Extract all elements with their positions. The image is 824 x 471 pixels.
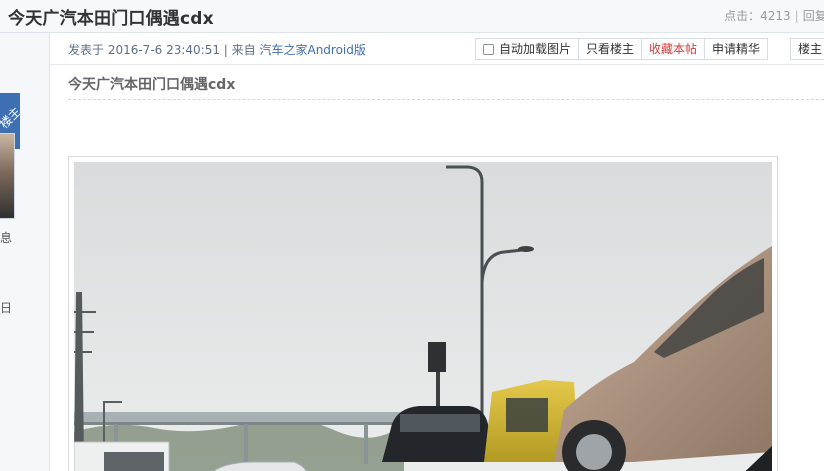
avatar[interactable]: [0, 133, 15, 219]
post-source-link[interactable]: 汽车之家Android版: [259, 43, 365, 57]
thread-title-bar: 今天广汽本田门口偶遇cdx 点击：4213|回复：17: [0, 0, 824, 33]
street-photo: [74, 162, 772, 471]
floor-button[interactable]: 楼主: [790, 38, 824, 60]
views-count: 点击：4213: [724, 9, 791, 23]
auto-load-images-toggle[interactable]: 自动加载图片: [476, 39, 580, 59]
auto-load-images-label: 自动加载图片: [499, 42, 572, 56]
post-meta: 发表于 2016-7-6 23:40:51 | 来自 汽车之家Android版: [68, 41, 366, 58]
post-meta-bar: 发表于 2016-7-6 23:40:51 | 来自 汽车之家Android版 …: [50, 33, 824, 65]
only-op-button[interactable]: 只看楼主: [579, 39, 643, 59]
forum-thread-page: 今天广汽本田门口偶遇cdx 点击：4213|回复：17 楼主 息 日 发表于 2…: [0, 0, 824, 471]
thread-title: 今天广汽本田门口偶遇cdx: [8, 9, 214, 29]
op-badge-label: 楼主: [0, 104, 20, 132]
author-info-text: 息: [0, 231, 13, 245]
apply-featured-button[interactable]: 申请精华: [705, 39, 768, 59]
post-date: 发表于 2016-7-6 23:40:51 | 来自: [68, 43, 260, 57]
author-column: 楼主 息 日: [0, 33, 50, 471]
replies-count: 回复：17: [802, 9, 824, 23]
post-toolbar: 自动加载图片 只看楼主 收藏本帖 申请精华: [475, 38, 769, 60]
stats-separator: |: [794, 9, 799, 23]
checkbox-icon[interactable]: [483, 43, 494, 55]
post-image-frame[interactable]: [68, 156, 778, 471]
favorite-button[interactable]: 收藏本帖: [642, 39, 706, 59]
thread-stats: 点击：4213|回复：17: [724, 7, 824, 24]
post-heading: 今天广汽本田门口偶遇cdx: [68, 77, 236, 93]
author-date-text: 日: [0, 301, 13, 315]
heading-divider: [68, 99, 824, 100]
